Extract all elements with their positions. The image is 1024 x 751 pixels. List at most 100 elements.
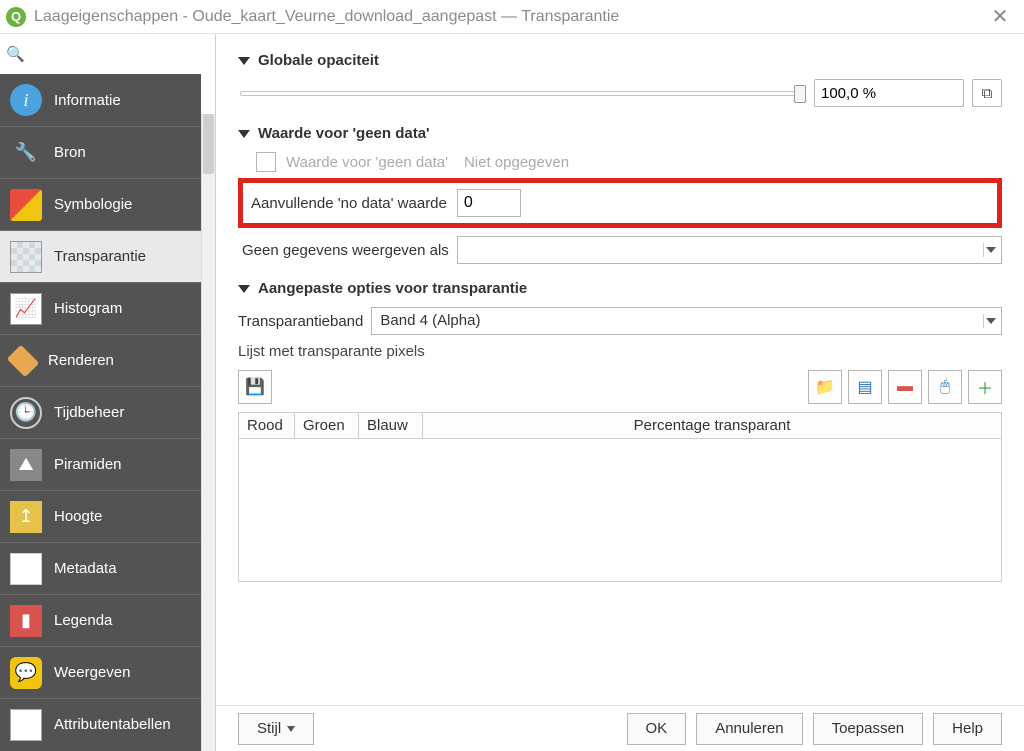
sidebar-item-label: Hoogte bbox=[54, 508, 102, 525]
render-icon bbox=[7, 344, 40, 377]
col-pct[interactable]: Percentage transparant bbox=[423, 413, 1001, 438]
chevron-down-icon bbox=[287, 726, 295, 732]
sidebar-item-piramiden[interactable]: ⛰ Piramiden bbox=[0, 438, 201, 490]
search-input[interactable] bbox=[22, 46, 221, 63]
chevron-down-icon bbox=[238, 285, 250, 293]
content-panel: Globale opaciteit ▲ ▼ ⧉ Waarde voor 'gee… bbox=[216, 34, 1024, 751]
section-nodata[interactable]: Waarde voor 'geen data' bbox=[238, 125, 1002, 142]
sidebar-item-hoogte[interactable]: ↥ Hoogte bbox=[0, 490, 201, 542]
section-global-opacity[interactable]: Globale opaciteit bbox=[238, 52, 1002, 69]
display-icon: 💬 bbox=[10, 657, 42, 689]
style-menu-button[interactable]: Stijl bbox=[238, 713, 314, 745]
sidebar-item-histogram[interactable]: 📈 Histogram bbox=[0, 282, 201, 334]
elevation-icon: ↥ bbox=[10, 501, 42, 533]
help-button[interactable]: Help bbox=[933, 713, 1002, 745]
scrollbar-thumb[interactable] bbox=[203, 114, 214, 174]
sidebar-item-label: Piramiden bbox=[54, 456, 122, 473]
sidebar-item-weergeven[interactable]: 💬 Weergeven bbox=[0, 646, 201, 698]
button-label: Toepassen bbox=[832, 720, 905, 737]
sidebar-item-label: Legenda bbox=[54, 612, 112, 629]
nodata-label: Waarde voor 'geen data' bbox=[286, 154, 448, 171]
qgis-logo-icon bbox=[6, 7, 26, 27]
default-values-icon[interactable]: ▤ bbox=[848, 370, 882, 404]
sidebar-item-label: Weergeven bbox=[54, 664, 130, 681]
display-nodata-as-dropdown[interactable] bbox=[457, 236, 1002, 264]
sidebar-item-transparantie[interactable]: Transparantie bbox=[0, 230, 201, 282]
pyramids-icon: ⛰ bbox=[10, 449, 42, 481]
data-defined-override-button[interactable]: ⧉ bbox=[972, 79, 1002, 107]
transparent-pixels-table[interactable]: Rood Groen Blauw Percentage transparant bbox=[238, 412, 1002, 582]
chevron-down-icon bbox=[983, 243, 997, 257]
add-row-icon[interactable]: ＋ bbox=[968, 370, 1002, 404]
table-header: Rood Groen Blauw Percentage transparant bbox=[239, 413, 1001, 439]
chevron-down-icon bbox=[238, 130, 250, 138]
remove-row-icon[interactable]: ▬ bbox=[888, 370, 922, 404]
sidebar-item-label: Bron bbox=[54, 144, 86, 161]
chevron-down-icon bbox=[983, 314, 997, 328]
slider-handle[interactable] bbox=[794, 85, 806, 103]
sidebar-scrollbar[interactable] bbox=[201, 114, 215, 751]
ok-button[interactable]: OK bbox=[627, 713, 687, 745]
sidebar-item-attributentabellen[interactable]: ▦ Attributentabellen bbox=[0, 698, 201, 750]
additional-nodata-input[interactable] bbox=[457, 189, 521, 217]
opacity-slider[interactable] bbox=[240, 84, 806, 102]
nodata-checkbox[interactable] bbox=[256, 152, 276, 172]
button-label: OK bbox=[646, 720, 668, 737]
info-icon: i bbox=[10, 84, 42, 116]
pixel-list-toolbar: 💾 📁 ▤ ▬ 🖱 ＋ bbox=[238, 370, 1002, 404]
table-icon: ▦ bbox=[10, 709, 42, 741]
window-close-button[interactable]: ✕ bbox=[986, 3, 1014, 31]
sidebar-item-bron[interactable]: 🔧 Bron bbox=[0, 126, 201, 178]
sidebar-item-label: Metadata bbox=[54, 560, 117, 577]
section-title: Aangepaste opties voor transparantie bbox=[258, 280, 527, 297]
section-title: Waarde voor 'geen data' bbox=[258, 125, 430, 142]
open-folder-icon[interactable]: 📁 bbox=[808, 370, 842, 404]
transparent-pixels-label: Lijst met transparante pixels bbox=[238, 343, 1002, 360]
button-label: Help bbox=[952, 720, 983, 737]
nodata-row: Waarde voor 'geen data' Niet opgegeven bbox=[256, 152, 1002, 172]
sidebar-item-label: Tijdbeheer bbox=[54, 404, 124, 421]
dropdown-value: Band 4 (Alpha) bbox=[372, 308, 1001, 333]
section-title: Globale opaciteit bbox=[258, 52, 379, 69]
pick-from-canvas-icon[interactable]: 🖱 bbox=[928, 370, 962, 404]
title-bar: Laageigenschappen - Oude_kaart_Veurne_do… bbox=[0, 0, 1024, 34]
metadata-icon: ≣ bbox=[10, 553, 42, 585]
apply-button[interactable]: Toepassen bbox=[813, 713, 924, 745]
sidebar-item-label: Attributentabellen bbox=[54, 716, 171, 733]
display-nodata-as-label: Geen gegevens weergeven als bbox=[242, 242, 449, 259]
sidebar-item-label: Renderen bbox=[48, 352, 114, 369]
sidebar-item-metadata[interactable]: ≣ Metadata bbox=[0, 542, 201, 594]
sidebar-items: i Informatie 🔧 Bron Symbologie Transpara… bbox=[0, 74, 201, 751]
transparency-band-dropdown[interactable]: Band 4 (Alpha) bbox=[371, 307, 1002, 335]
sidebar-item-label: Symbologie bbox=[54, 196, 132, 213]
opacity-spinbox[interactable]: ▲ ▼ bbox=[814, 79, 964, 107]
sidebar-item-informatie[interactable]: i Informatie bbox=[0, 74, 201, 126]
additional-nodata-highlight: Aanvullende 'no data' waarde bbox=[238, 178, 1002, 228]
cancel-button[interactable]: Annuleren bbox=[696, 713, 802, 745]
clock-icon: 🕒 bbox=[10, 397, 42, 429]
sidebar-item-tijdbeheer[interactable]: 🕒 Tijdbeheer bbox=[0, 386, 201, 438]
transparency-band-label: Transparantieband bbox=[238, 313, 363, 330]
sidebar-item-symbologie[interactable]: Symbologie bbox=[0, 178, 201, 230]
brush-icon bbox=[10, 189, 42, 221]
sidebar-item-renderen[interactable]: Renderen bbox=[0, 334, 201, 386]
button-label: Annuleren bbox=[715, 720, 783, 737]
col-green[interactable]: Groen bbox=[295, 413, 359, 438]
sidebar: 🔍 i Informatie 🔧 Bron Symbologie bbox=[0, 34, 216, 751]
col-blue[interactable]: Blauw bbox=[359, 413, 423, 438]
dialog-button-bar: Stijl OK Annuleren Toepassen Help bbox=[216, 705, 1024, 751]
save-icon[interactable]: 💾 bbox=[238, 370, 272, 404]
col-red[interactable]: Rood bbox=[239, 413, 295, 438]
sidebar-search[interactable]: 🔍 bbox=[0, 34, 215, 74]
transparency-icon bbox=[10, 241, 42, 273]
search-icon: 🔍 bbox=[6, 45, 22, 63]
section-custom-transparency[interactable]: Aangepaste opties voor transparantie bbox=[238, 280, 1002, 297]
dropdown-value bbox=[458, 237, 1001, 245]
wrench-icon: 🔧 bbox=[10, 137, 42, 169]
window-title: Laageigenschappen - Oude_kaart_Veurne_do… bbox=[34, 8, 986, 26]
additional-nodata-label: Aanvullende 'no data' waarde bbox=[251, 195, 447, 212]
histogram-icon: 📈 bbox=[10, 293, 42, 325]
sidebar-item-legenda[interactable]: ▮ Legenda bbox=[0, 594, 201, 646]
button-label: Stijl bbox=[257, 720, 281, 737]
sidebar-item-label: Histogram bbox=[54, 300, 122, 317]
